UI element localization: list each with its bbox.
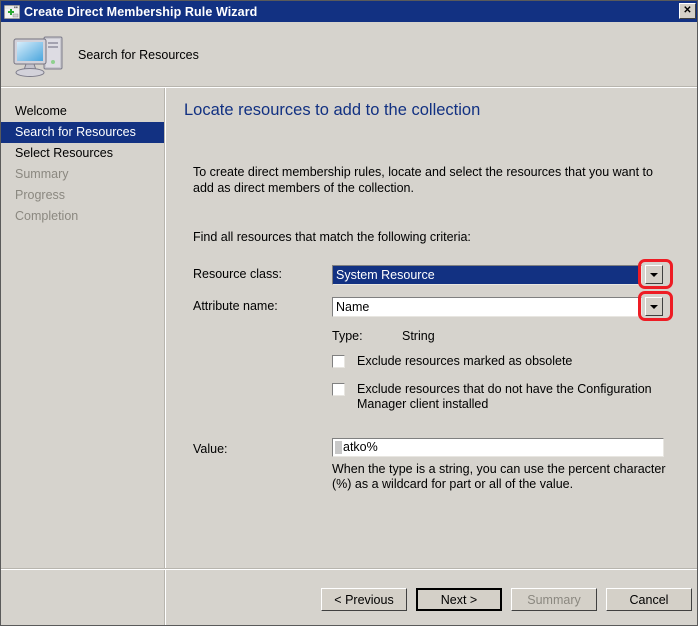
criteria-prompt: Find all resources that match the follow… <box>193 230 471 244</box>
attribute-name-value[interactable]: Name <box>332 297 642 317</box>
exclude-obsolete-label: Exclude resources marked as obsolete <box>357 354 573 368</box>
intro-paragraph: To create direct membership rules, locat… <box>193 165 653 195</box>
text-caret <box>335 441 342 454</box>
value-hint-text: When the type is a string, you can use t… <box>332 462 666 491</box>
exclude-obsolete-checkbox-row[interactable]: Exclude resources marked as obsolete <box>332 354 572 369</box>
page-title: Locate resources to add to the collectio… <box>184 101 481 119</box>
close-icon[interactable]: ✕ <box>679 3 696 19</box>
type-value: String <box>402 329 435 343</box>
header-banner: Search for Resources <box>2 23 697 87</box>
summary-button: Summary <box>511 588 597 611</box>
exclude-no-client-checkbox-row[interactable]: Exclude resources that do not have the C… <box>332 382 662 412</box>
chevron-down-icon[interactable] <box>645 265 663 284</box>
next-button[interactable]: Next > <box>416 588 502 611</box>
header-title: Search for Resources <box>78 48 199 62</box>
footer-divider <box>1 569 697 570</box>
cancel-button[interactable]: Cancel <box>606 588 692 611</box>
footer-button-bar: < Previous Next > Summary Cancel <box>321 588 692 611</box>
exclude-no-client-checkbox[interactable] <box>332 383 345 396</box>
sidebar-item-progress: Progress <box>15 188 66 202</box>
exclude-obsolete-checkbox[interactable] <box>332 355 345 368</box>
wizard-window-icon <box>3 4 21 19</box>
window-title: Create Direct Membership Rule Wizard <box>24 4 258 19</box>
sidebar-item-search-for-resources[interactable]: Search for Resources <box>1 122 164 143</box>
type-label: Type: <box>332 329 363 343</box>
wizard-window: Create Direct Membership Rule Wizard ✕ S… <box>0 0 698 626</box>
main-panel: Locate resources to add to the collectio… <box>166 88 697 625</box>
sidebar-item-summary: Summary <box>15 167 69 181</box>
resource-class-value[interactable]: System Resource <box>332 265 642 285</box>
sidebar-item-welcome[interactable]: Welcome <box>1 101 164 122</box>
attribute-name-label: Attribute name: <box>193 299 278 313</box>
computer-icon <box>8 27 72 83</box>
value-input-text: atko% <box>343 440 378 454</box>
sidebar-item-select-resources[interactable]: Select Resources <box>1 143 164 164</box>
value-label: Value: <box>193 442 228 456</box>
value-input-wrapper: atko% <box>332 438 664 457</box>
chevron-down-icon[interactable] <box>645 297 663 316</box>
wizard-step-list: Welcome Search for Resources Select Reso… <box>1 88 164 625</box>
previous-button[interactable]: < Previous <box>321 588 407 611</box>
resource-class-label: Resource class: <box>193 267 282 281</box>
value-input[interactable]: atko% <box>332 438 664 457</box>
exclude-no-client-label: Exclude resources that do not have the C… <box>357 382 652 411</box>
title-bar: Create Direct Membership Rule Wizard ✕ <box>1 1 697 22</box>
sidebar-item-completion: Completion <box>15 209 79 223</box>
